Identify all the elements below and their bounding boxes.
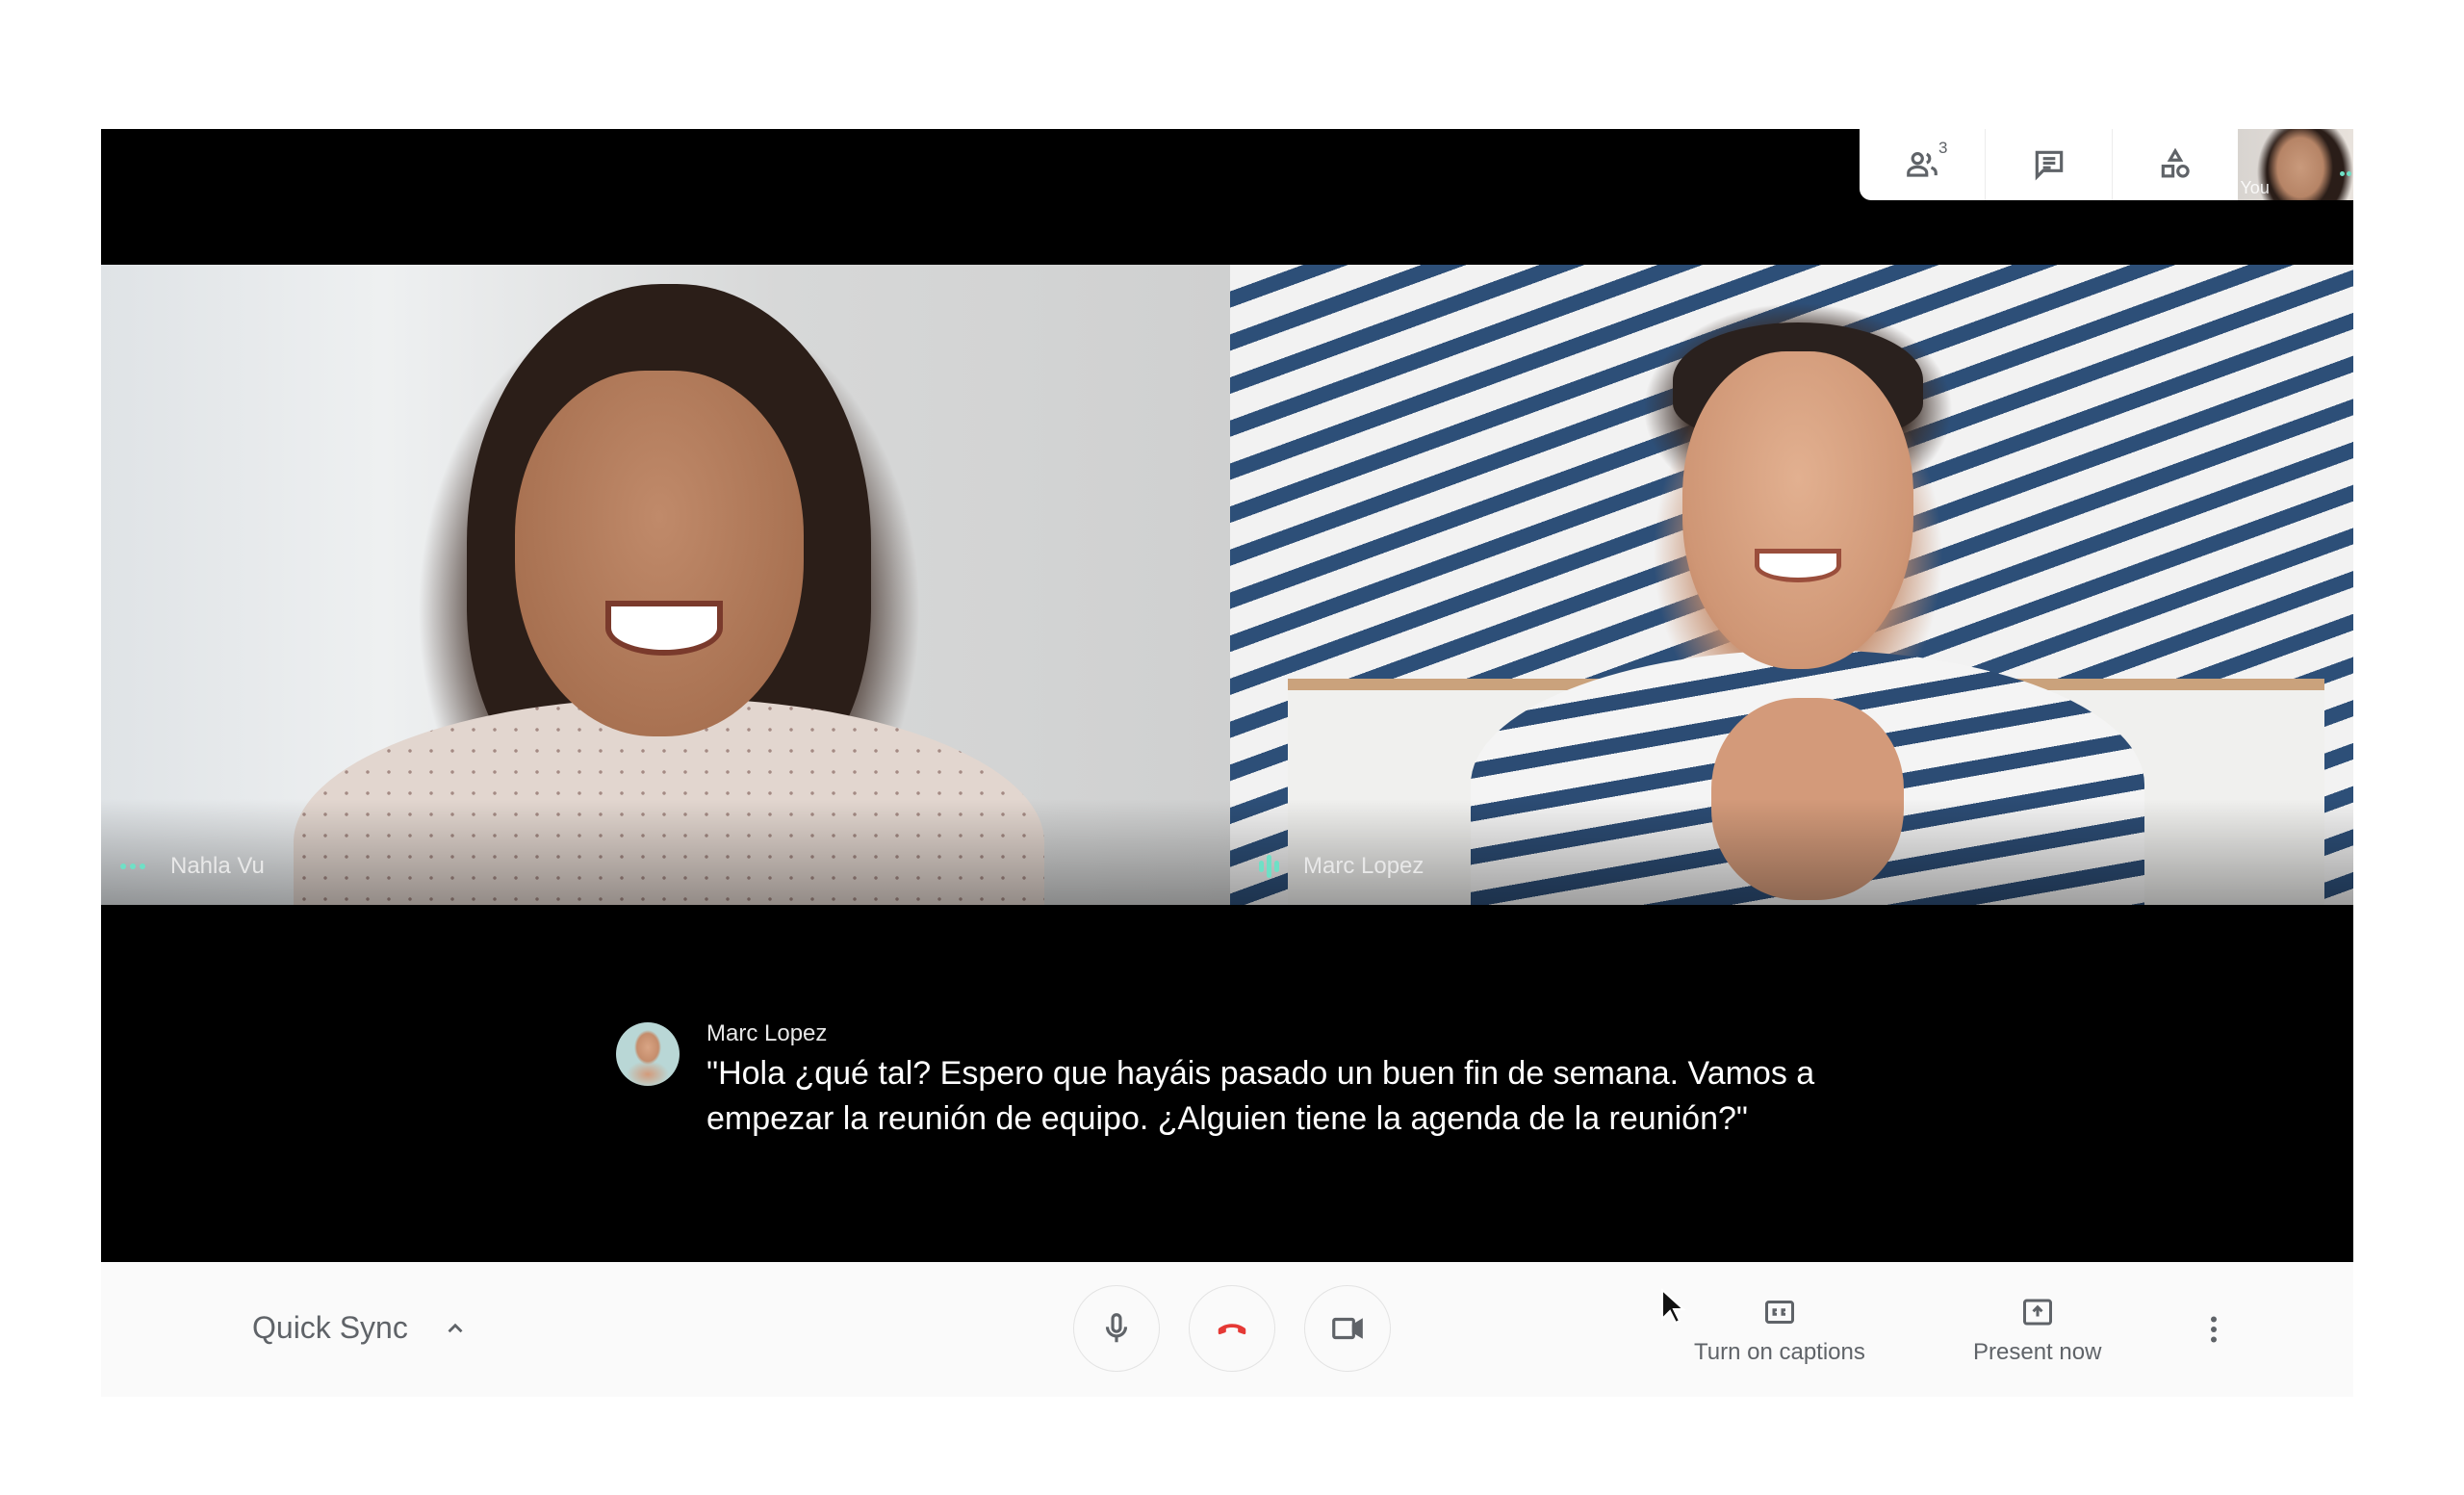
meeting-title: Quick Sync <box>252 1310 408 1345</box>
closed-captions-icon <box>1764 1301 1794 1324</box>
caption-text: "Hola ¿qué tal? Espero que hayáis pasado… <box>706 1055 1815 1137</box>
participant-count: 3 <box>1938 139 1948 157</box>
meeting-stage: 3 You Nahla Vu Marc Lopez Marc Lopez "Ho… <box>101 129 2353 1262</box>
chevron-up-icon <box>448 1323 463 1332</box>
microphone-icon <box>1105 1313 1128 1343</box>
bottom-control-bar: Quick Sync Turn on captions Present now <box>101 1262 2353 1397</box>
people-button[interactable]: 3 <box>1860 129 1985 200</box>
participant-name: Marc Lopez <box>1303 853 1424 879</box>
present-label: Present now <box>1973 1339 2102 1365</box>
live-caption: Marc Lopez "Hola ¿qué tal? Espero que ha… <box>616 1018 1867 1142</box>
present-now-button[interactable]: Present now <box>1973 1295 2101 1366</box>
self-audio-dots-icon <box>2338 164 2351 181</box>
top-right-panel: 3 You <box>1860 129 2353 200</box>
caption-speaker: Marc Lopez <box>706 1020 828 1046</box>
hang-up-button[interactable] <box>1189 1285 1275 1372</box>
shapes-icon <box>2161 147 2190 178</box>
speaker-avatar <box>616 1022 680 1086</box>
participant-name-label: Nahla Vu <box>120 853 265 880</box>
participant-tile-marc[interactable]: Marc Lopez <box>1230 265 2353 905</box>
captions-label: Turn on captions <box>1694 1339 1865 1365</box>
meeting-details-toggle[interactable]: Quick Sync <box>252 1310 468 1346</box>
chat-icon <box>2035 150 2063 181</box>
turn-on-captions-button[interactable]: Turn on captions <box>1694 1295 1865 1366</box>
people-icon <box>1907 152 1938 177</box>
speaking-bars-icon <box>1259 855 1282 878</box>
participant-tile-nahla[interactable]: Nahla Vu <box>101 265 1230 905</box>
chat-button[interactable] <box>1985 129 2111 200</box>
camera-icon <box>1332 1317 1363 1340</box>
camera-button[interactable] <box>1304 1285 1391 1372</box>
participant-name: Nahla Vu <box>170 853 265 879</box>
muted-dots-icon <box>120 863 149 869</box>
microphone-button[interactable] <box>1073 1285 1160 1372</box>
participant-name-label: Marc Lopez <box>1259 853 1424 880</box>
more-options-button[interactable] <box>2194 1310 2233 1349</box>
self-view-label: You <box>2240 178 2270 197</box>
present-screen-icon <box>2022 1299 2052 1326</box>
more-vert-icon <box>2211 1316 2217 1343</box>
self-view-tile[interactable]: You <box>2238 129 2353 200</box>
activities-button[interactable] <box>2111 129 2238 200</box>
hang-up-icon <box>1218 1324 1246 1335</box>
mouse-cursor-icon <box>1661 1288 1686 1325</box>
